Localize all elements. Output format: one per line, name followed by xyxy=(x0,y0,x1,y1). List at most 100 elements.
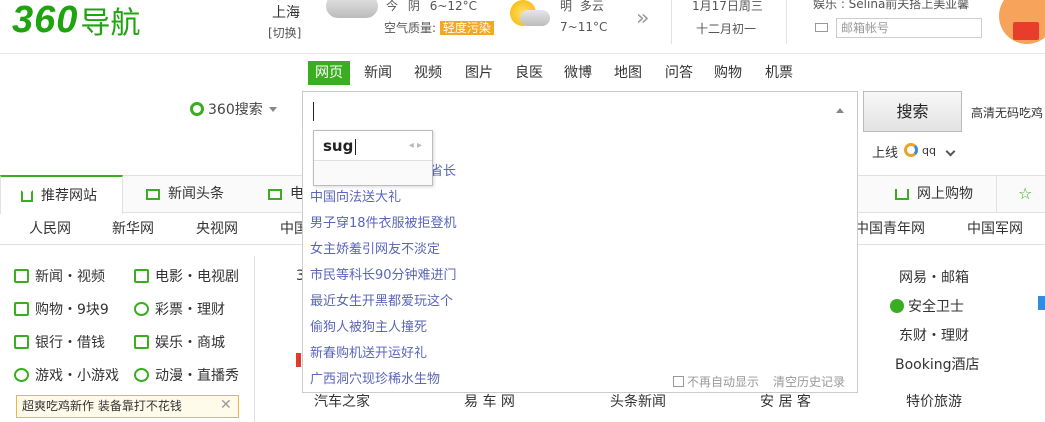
no-auto-show-checkbox[interactable] xyxy=(673,376,684,387)
chevron-down-icon[interactable] xyxy=(945,146,956,157)
news-icon xyxy=(14,269,29,283)
category-entertainment[interactable]: 娱乐・商城 xyxy=(134,331,225,353)
lunar-date: 十二月初一 xyxy=(696,22,757,36)
cart-icon xyxy=(14,302,29,316)
text-caret xyxy=(313,102,314,121)
ime-candidate-window: sug ◂ ▸ xyxy=(313,130,433,186)
site-link[interactable]: 中国青年网 xyxy=(855,213,925,245)
site-link[interactable]: 易 车 网 xyxy=(464,391,515,411)
category-shopping[interactable]: 购物・9块9 xyxy=(14,298,109,320)
site-link[interactable]: 东财・理财 xyxy=(899,325,969,345)
suggestion-item[interactable]: 省长 xyxy=(430,159,456,185)
search-tab-shopping[interactable]: 购物 xyxy=(707,61,749,85)
online-link[interactable]: 上线 xyxy=(872,142,898,161)
search-tab-weibo[interactable]: 微博 xyxy=(557,61,599,85)
tomorrow-label: 明 xyxy=(560,0,573,13)
air-quality-badge[interactable]: 轻度污染 xyxy=(439,21,494,35)
suggestion-item[interactable]: 偷狗人被狗主人撞死 xyxy=(310,315,427,341)
bank-icon xyxy=(14,335,29,349)
star-icon xyxy=(134,335,149,349)
tab-shopping-label: 网上购物 xyxy=(917,186,973,202)
site-logo[interactable]: 360 导航 xyxy=(12,0,141,41)
search-button[interactable]: 搜索 xyxy=(863,91,962,132)
category-anime[interactable]: 动漫・直播秀 xyxy=(134,364,239,386)
category-label: 游戏・小游戏 xyxy=(35,368,119,384)
logo-number: 360 xyxy=(12,0,79,41)
no-auto-show-label[interactable]: 不再自动显示 xyxy=(687,373,759,390)
ent-news-link[interactable]: 娱乐 : Selina前夫搭上美亚馨 xyxy=(813,0,969,12)
promo-banner[interactable]: 超爽吃鸡新作 装备靠打不花钱 xyxy=(16,395,239,418)
logo-text: 导航 xyxy=(80,6,141,41)
search-tab-images[interactable]: 图片 xyxy=(458,61,500,85)
partial-blue-icon xyxy=(1038,296,1045,310)
hot-search-link[interactable]: 高清无码吃鸡 xyxy=(971,104,1043,121)
site-link[interactable]: 安全卫士 xyxy=(890,296,964,316)
site-link[interactable]: 汽车之家 xyxy=(314,391,370,411)
tomorrow-temp: 7~11°C xyxy=(560,20,608,34)
site-link[interactable]: 央视网 xyxy=(196,213,238,245)
header-separator xyxy=(0,53,1045,54)
category-label: 新闻・视频 xyxy=(35,269,105,285)
tab-partial[interactable]: 电 xyxy=(268,175,304,213)
ime-page-arrows-icon[interactable]: ◂ ▸ xyxy=(409,140,422,151)
site-link[interactable]: 人民网 xyxy=(29,213,71,245)
tab-shopping[interactable]: 网上购物 xyxy=(895,175,973,213)
news-icon xyxy=(146,188,160,200)
category-label: 动漫・直播秀 xyxy=(155,368,239,384)
switch-city-link[interactable]: [切换] xyxy=(268,24,301,41)
shield-icon xyxy=(890,299,904,313)
suggestion-item[interactable]: 最近女生开黑都爱玩这个 xyxy=(310,289,453,315)
category-label: 银行・借钱 xyxy=(35,335,105,351)
category-label: 购物・9块9 xyxy=(35,302,109,318)
search-tab-news[interactable]: 新闻 xyxy=(357,61,399,85)
site-link[interactable]: 头条新闻 xyxy=(610,391,666,411)
search-tab-qa[interactable]: 问答 xyxy=(658,61,700,85)
cart-icon xyxy=(895,188,909,200)
search-engine-selector[interactable]: 360搜索 xyxy=(190,99,277,119)
suggestion-item[interactable]: 广西洞穴现珍稀水生物 xyxy=(310,367,440,393)
search-tab-map[interactable]: 地图 xyxy=(607,61,649,85)
search-tab-doctor[interactable]: 良医 xyxy=(508,61,550,85)
tab-news-headlines[interactable]: 新闻头条 xyxy=(146,175,224,213)
tab-recommend[interactable]: 推荐网站 xyxy=(0,175,123,214)
search-engine-label: 360搜索 xyxy=(208,102,263,118)
category-label: 电影・电视剧 xyxy=(155,269,239,285)
tab-news-label: 新闻头条 xyxy=(168,186,224,202)
site-link[interactable]: 安 居 客 xyxy=(760,391,811,411)
suggestion-item[interactable]: 市民等科长90分钟难进门 xyxy=(310,263,457,289)
category-games[interactable]: 游戏・小游戏 xyxy=(14,364,119,386)
suggestion-item[interactable]: 中国向法送大礼 xyxy=(310,185,401,211)
star-icon[interactable]: ☆ xyxy=(1018,175,1032,213)
date-text: 1月17日周三 xyxy=(692,0,763,13)
today-temp: 6~12°C xyxy=(429,0,478,13)
category-bank[interactable]: 银行・借钱 xyxy=(14,331,105,353)
close-icon[interactable]: ✕ xyxy=(220,395,232,416)
tomorrow-weather: 多云 xyxy=(579,0,604,13)
chevron-up-icon[interactable] xyxy=(836,108,844,113)
qq-label[interactable]: qq xyxy=(922,144,936,157)
site-link[interactable]: 新华网 xyxy=(112,213,154,245)
site-link[interactable]: 中国军网 xyxy=(967,213,1023,245)
lottery-icon xyxy=(134,302,149,316)
cloudy-weather-icon xyxy=(326,0,378,18)
suggestion-item[interactable]: 男子穿18件衣服被拒登机 xyxy=(310,211,457,237)
site-label: 安全卫士 xyxy=(908,299,964,315)
category-news-video[interactable]: 新闻・视频 xyxy=(14,265,105,287)
category-label: 娱乐・商城 xyxy=(155,335,225,351)
site-link[interactable]: Booking酒店 xyxy=(895,354,980,374)
search-tab-video[interactable]: 视频 xyxy=(407,61,449,85)
suggestion-item[interactable]: 新春购机送开运好礼 xyxy=(310,341,427,367)
category-movies[interactable]: 电影・电视剧 xyxy=(134,265,239,287)
site-link[interactable]: 特价旅游 xyxy=(906,391,962,411)
more-weather-icon[interactable]: » xyxy=(636,6,649,31)
clear-history-link[interactable]: 清空历史记录 xyxy=(773,373,845,390)
chevron-down-icon xyxy=(268,106,277,112)
category-lottery[interactable]: 彩票・理财 xyxy=(134,298,225,320)
suggestion-item[interactable]: 女主娇羞引网友不淡定 xyxy=(310,237,440,263)
site-link[interactable]: 网易・邮箱 xyxy=(899,267,969,287)
search-input[interactable] xyxy=(302,91,858,132)
air-quality-label: 空气质量: xyxy=(384,21,437,35)
search-tab-flights[interactable]: 机票 xyxy=(758,61,800,85)
search-tab-web[interactable]: 网页 xyxy=(308,61,350,85)
mail-account-input[interactable]: 邮箱帐号 xyxy=(836,18,982,38)
